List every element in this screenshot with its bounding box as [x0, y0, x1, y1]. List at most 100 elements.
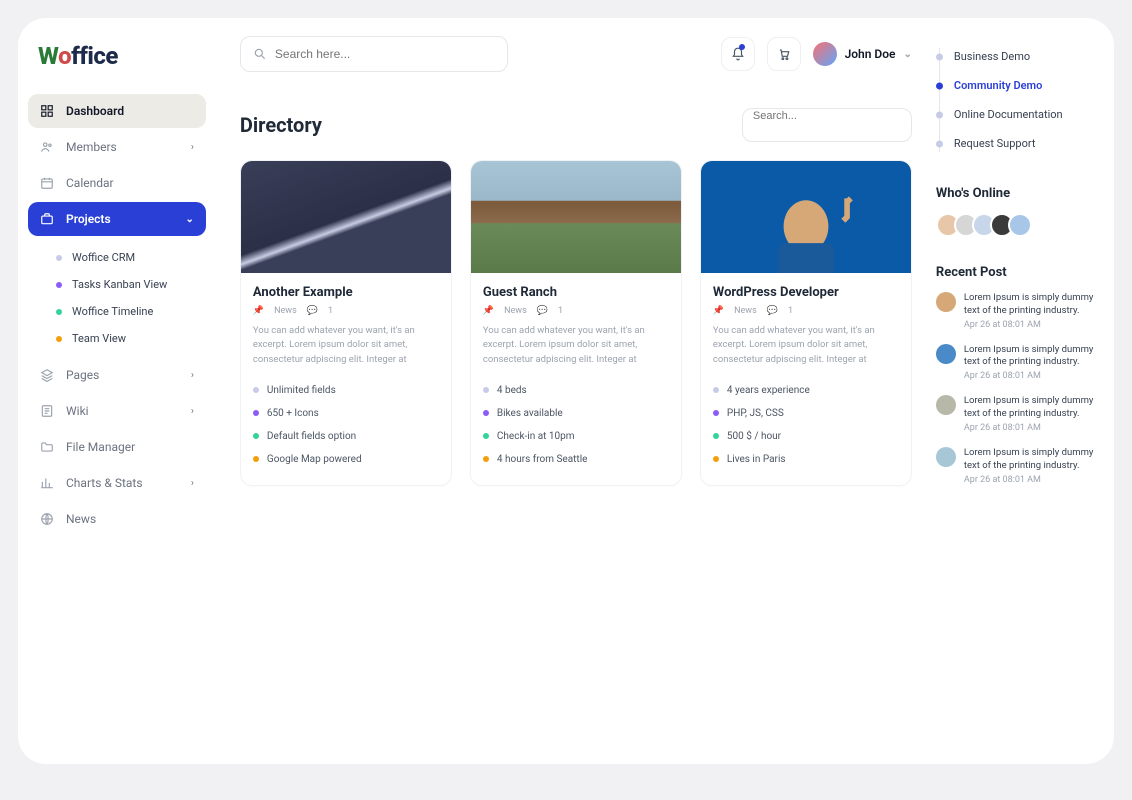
- briefcase-icon: [40, 212, 56, 226]
- recent-post-item[interactable]: Lorem Ipsum is simply dummy text of the …: [936, 292, 1096, 330]
- card-comments: 1: [788, 306, 793, 316]
- post-thumb: [936, 344, 956, 364]
- dot-icon: [253, 387, 259, 393]
- comment-icon: 💬: [307, 306, 318, 316]
- card-meta: 📌 News 💬 1: [253, 306, 439, 316]
- nav-dashboard[interactable]: Dashboard: [28, 94, 206, 128]
- sidebar-subitem[interactable]: Woffice CRM: [50, 244, 206, 271]
- post-thumb: [936, 292, 956, 312]
- feature-item: Unlimited fields: [253, 379, 439, 402]
- nav-label: Charts & Stats: [66, 476, 143, 490]
- pin-icon: 📌: [483, 306, 494, 316]
- card-grid: Another Example 📌 News 💬 1 You can add w…: [240, 160, 912, 486]
- cart-button[interactable]: [767, 37, 801, 71]
- directory-search[interactable]: [742, 108, 912, 142]
- search-input[interactable]: [275, 47, 495, 61]
- subitem-label: Tasks Kanban View: [72, 278, 167, 291]
- sidebar-subitem[interactable]: Team View: [50, 325, 206, 352]
- nav-members[interactable]: Members ›: [28, 130, 206, 164]
- directory-card[interactable]: WordPress Developer 📌 News 💬 1 You can a…: [700, 160, 912, 486]
- post-date: Apr 26 at 08:01 AM: [964, 320, 1096, 330]
- search-icon: [253, 47, 267, 61]
- folder-icon: [40, 440, 56, 454]
- feature-label: 4 years experience: [727, 385, 810, 396]
- dot-icon: [713, 456, 719, 462]
- feature-label: 4 beds: [497, 385, 527, 396]
- chevron-right-icon: ›: [191, 370, 194, 381]
- users-icon: [40, 140, 56, 154]
- nav-label: Projects: [66, 212, 111, 226]
- feature-label: Bikes available: [497, 408, 563, 419]
- post-text: Lorem Ipsum is simply dummy text of the …: [964, 292, 1096, 318]
- feature-list: 4 years experiencePHP, JS, CSS500 $ / ho…: [713, 379, 899, 471]
- dot-icon: [483, 456, 489, 462]
- sidebar-subitem[interactable]: Woffice Timeline: [50, 298, 206, 325]
- feature-label: Unlimited fields: [267, 385, 336, 396]
- whos-online-heading: Who's Online: [936, 186, 1096, 201]
- nav-calendar[interactable]: Calendar: [28, 166, 206, 200]
- feature-item: Lives in Paris: [713, 448, 899, 471]
- quick-link[interactable]: Request Support: [946, 129, 1096, 158]
- feature-item: Google Map powered: [253, 448, 439, 471]
- recent-post-item[interactable]: Lorem Ipsum is simply dummy text of the …: [936, 395, 1096, 433]
- directory-search-input[interactable]: [753, 110, 901, 122]
- nav-file-manager[interactable]: File Manager: [28, 430, 206, 464]
- globe-icon: [40, 512, 56, 526]
- quick-link[interactable]: Community Demo: [946, 71, 1096, 100]
- topbar: John Doe ⌄: [240, 36, 912, 72]
- quick-link[interactable]: Business Demo: [946, 42, 1096, 71]
- nav-projects[interactable]: Projects ⌄: [28, 202, 206, 236]
- feature-item: PHP, JS, CSS: [713, 402, 899, 425]
- post-text: Lorem Ipsum is simply dummy text of the …: [964, 344, 1096, 370]
- card-category: News: [504, 306, 527, 316]
- pin-icon: 📌: [253, 306, 264, 316]
- dot-icon: [483, 387, 489, 393]
- card-title: Guest Ranch: [483, 285, 669, 300]
- card-category: News: [734, 306, 757, 316]
- logo: Woffice: [28, 38, 206, 94]
- card-excerpt: You can add whatever you want, it's an e…: [713, 324, 899, 367]
- card-image: [471, 161, 681, 273]
- recent-posts: Lorem Ipsum is simply dummy text of the …: [936, 292, 1096, 485]
- post-date: Apr 26 at 08:01 AM: [964, 371, 1096, 381]
- dot-icon: [713, 433, 719, 439]
- recent-post-heading: Recent Post: [936, 265, 1096, 280]
- layers-icon: [40, 368, 56, 382]
- nav-wiki[interactable]: Wiki ›: [28, 394, 206, 428]
- chevron-right-icon: ›: [191, 478, 194, 489]
- dot-icon: [56, 282, 62, 288]
- logo-w: W: [38, 42, 58, 70]
- feature-item: 650 + Icons: [253, 402, 439, 425]
- nav-news[interactable]: News: [28, 502, 206, 536]
- card-comments: 1: [558, 306, 563, 316]
- nav-label: Wiki: [66, 404, 89, 418]
- projects-subnav: Woffice CRM Tasks Kanban View Woffice Time…: [28, 238, 206, 358]
- chevron-right-icon: ›: [191, 406, 194, 417]
- chart-icon: [40, 476, 56, 490]
- directory-card[interactable]: Another Example 📌 News 💬 1 You can add w…: [240, 160, 452, 486]
- dot-icon: [253, 456, 259, 462]
- feature-label: 4 hours from Seattle: [497, 454, 588, 465]
- subitem-label: Woffice Timeline: [72, 305, 153, 318]
- nav-pages[interactable]: Pages ›: [28, 358, 206, 392]
- card-title: Another Example: [253, 285, 439, 300]
- dot-icon: [56, 255, 62, 261]
- user-menu[interactable]: John Doe ⌄: [813, 42, 912, 66]
- post-text: Lorem Ipsum is simply dummy text of the …: [964, 447, 1096, 473]
- sidebar-subitem[interactable]: Tasks Kanban View: [50, 271, 206, 298]
- cart-icon: [777, 47, 791, 61]
- feature-label: PHP, JS, CSS: [727, 408, 784, 419]
- dot-icon: [483, 433, 489, 439]
- notifications-button[interactable]: [721, 37, 755, 71]
- post-thumb: [936, 447, 956, 467]
- dot-icon: [56, 309, 62, 315]
- main: John Doe ⌄ Directory Another Example 📌 N…: [216, 18, 936, 764]
- global-search[interactable]: [240, 36, 508, 72]
- chevron-down-icon: ⌄: [186, 214, 194, 225]
- nav-charts[interactable]: Charts & Stats ›: [28, 466, 206, 500]
- directory-card[interactable]: Guest Ranch 📌 News 💬 1 You can add whate…: [470, 160, 682, 486]
- recent-post-item[interactable]: Lorem Ipsum is simply dummy text of the …: [936, 447, 1096, 485]
- quick-link[interactable]: Online Documentation: [946, 100, 1096, 129]
- online-avatar[interactable]: [1008, 213, 1032, 237]
- recent-post-item[interactable]: Lorem Ipsum is simply dummy text of the …: [936, 344, 1096, 382]
